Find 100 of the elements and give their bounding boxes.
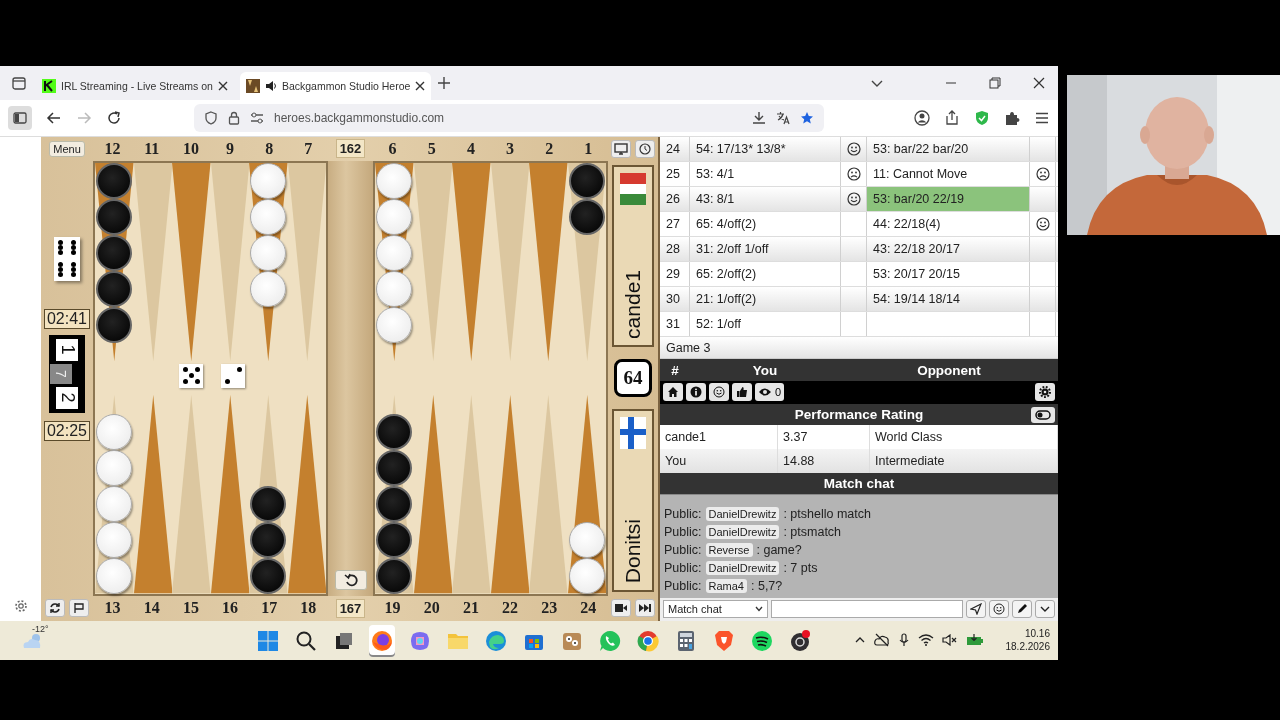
doubling-cube[interactable]: 64 [614, 359, 652, 398]
user-tag[interactable]: Rama4 [705, 578, 747, 593]
eye-icon [758, 387, 772, 398]
clock-date[interactable]: 18.2.2026 [1005, 640, 1050, 654]
edit-button[interactable] [1012, 600, 1033, 619]
table-cell: 43: 22/18 20/17 [867, 236, 1030, 261]
sparkle-icon[interactable] [409, 629, 431, 652]
checker[interactable] [376, 413, 413, 450]
checker[interactable] [376, 270, 413, 307]
browser-tab[interactable]: Backgammon Studio Heroe [239, 72, 432, 100]
close-icon[interactable] [415, 81, 426, 91]
refresh-button[interactable] [45, 599, 65, 618]
video-button[interactable] [611, 599, 631, 618]
checker[interactable] [250, 485, 287, 522]
record-icon[interactable] [789, 629, 811, 652]
user-tag[interactable]: DanielDrewitz [705, 560, 780, 575]
column-header: # [670, 362, 680, 378]
calculator-icon[interactable] [675, 629, 697, 652]
sidebar-button[interactable] [8, 105, 32, 130]
clock-time[interactable]: 10.16 [1024, 627, 1050, 641]
browser-icon[interactable] [371, 629, 393, 652]
undo-button[interactable] [334, 569, 367, 590]
point-number: 24 [579, 597, 598, 618]
channel-dropdown[interactable]: Match chat [663, 600, 769, 619]
checker[interactable] [96, 306, 133, 343]
music-icon[interactable] [751, 629, 773, 652]
checker[interactable] [96, 270, 133, 307]
tab-list-icon[interactable] [11, 75, 27, 91]
checker[interactable] [96, 449, 133, 486]
point-number: 5 [426, 138, 437, 159]
checker[interactable] [96, 521, 133, 558]
checker[interactable] [376, 198, 413, 235]
microphone-icon[interactable] [897, 633, 910, 648]
star-icon[interactable] [800, 110, 814, 125]
skip-button[interactable] [635, 599, 655, 618]
checker[interactable] [376, 449, 413, 486]
account-icon[interactable] [914, 109, 930, 126]
download-icon[interactable] [752, 110, 766, 125]
maximize-icon[interactable] [989, 77, 1001, 89]
shield-icon[interactable] [974, 109, 990, 126]
info-icon [690, 386, 702, 399]
send-button[interactable] [966, 600, 987, 619]
home-button[interactable] [663, 383, 683, 402]
shield-icon[interactable] [713, 629, 735, 652]
reload-icon[interactable] [106, 109, 122, 126]
settings-sliders-icon[interactable] [250, 110, 264, 125]
checker[interactable] [568, 162, 605, 199]
menu-button[interactable]: Menu [49, 140, 85, 157]
clock-button[interactable] [635, 139, 655, 158]
user-tag[interactable]: DanielDrewitz [705, 506, 780, 521]
close-icon[interactable] [217, 81, 228, 91]
emoji-button[interactable] [989, 600, 1010, 619]
lock-icon[interactable] [228, 110, 240, 125]
checker[interactable] [250, 198, 287, 235]
search-icon[interactable] [295, 629, 317, 652]
checker[interactable] [250, 234, 287, 271]
shield-icon[interactable] [204, 110, 218, 125]
settings-icon[interactable] [13, 598, 28, 613]
address-bar[interactable]: heroes.backgammonstudio.com [194, 103, 824, 132]
start-icon[interactable] [257, 629, 279, 652]
user-tag[interactable]: Reverse [705, 542, 753, 557]
browser-tab[interactable]: IRL Streaming - Live Streams on [36, 72, 234, 100]
browser-icon[interactable] [485, 629, 507, 652]
emoji-button[interactable] [709, 383, 729, 402]
browser-icon[interactable] [637, 629, 659, 652]
settings-icon [1039, 386, 1051, 399]
checker[interactable] [376, 234, 413, 271]
like-button[interactable] [732, 383, 752, 402]
user-tag[interactable]: DanielDrewitz [705, 524, 780, 539]
battery-icon[interactable] [965, 634, 984, 647]
checker[interactable] [376, 485, 413, 522]
wifi-icon[interactable] [917, 634, 934, 647]
checker[interactable] [96, 234, 133, 271]
checker[interactable] [568, 198, 605, 235]
checker[interactable] [376, 521, 413, 558]
translate-icon[interactable] [776, 110, 790, 125]
chat-input[interactable] [771, 600, 964, 619]
checker[interactable] [96, 485, 133, 522]
monitor-button[interactable] [611, 139, 631, 158]
checker[interactable] [568, 521, 605, 558]
checker[interactable] [250, 521, 287, 558]
speaker-icon[interactable] [264, 80, 277, 92]
settings-button[interactable] [1035, 383, 1055, 402]
checker[interactable] [96, 198, 133, 235]
cloud-off-icon[interactable] [873, 633, 890, 648]
checker[interactable] [96, 413, 133, 450]
speaker-muted-icon[interactable] [941, 634, 958, 647]
close-icon[interactable] [1033, 77, 1045, 89]
new-tab-icon[interactable] [437, 76, 452, 90]
video-camera-icon [614, 603, 628, 614]
info-button[interactable] [686, 383, 706, 402]
puzzle-icon[interactable] [1004, 109, 1020, 126]
share-icon[interactable] [944, 109, 960, 126]
checker[interactable] [250, 270, 287, 307]
flag-button[interactable] [69, 599, 89, 618]
toggle-button[interactable] [1031, 406, 1055, 423]
back-icon[interactable] [46, 109, 62, 126]
checker[interactable] [376, 306, 413, 343]
point-number: 6 [387, 138, 398, 159]
viewers-button[interactable]: 0 [755, 383, 785, 402]
